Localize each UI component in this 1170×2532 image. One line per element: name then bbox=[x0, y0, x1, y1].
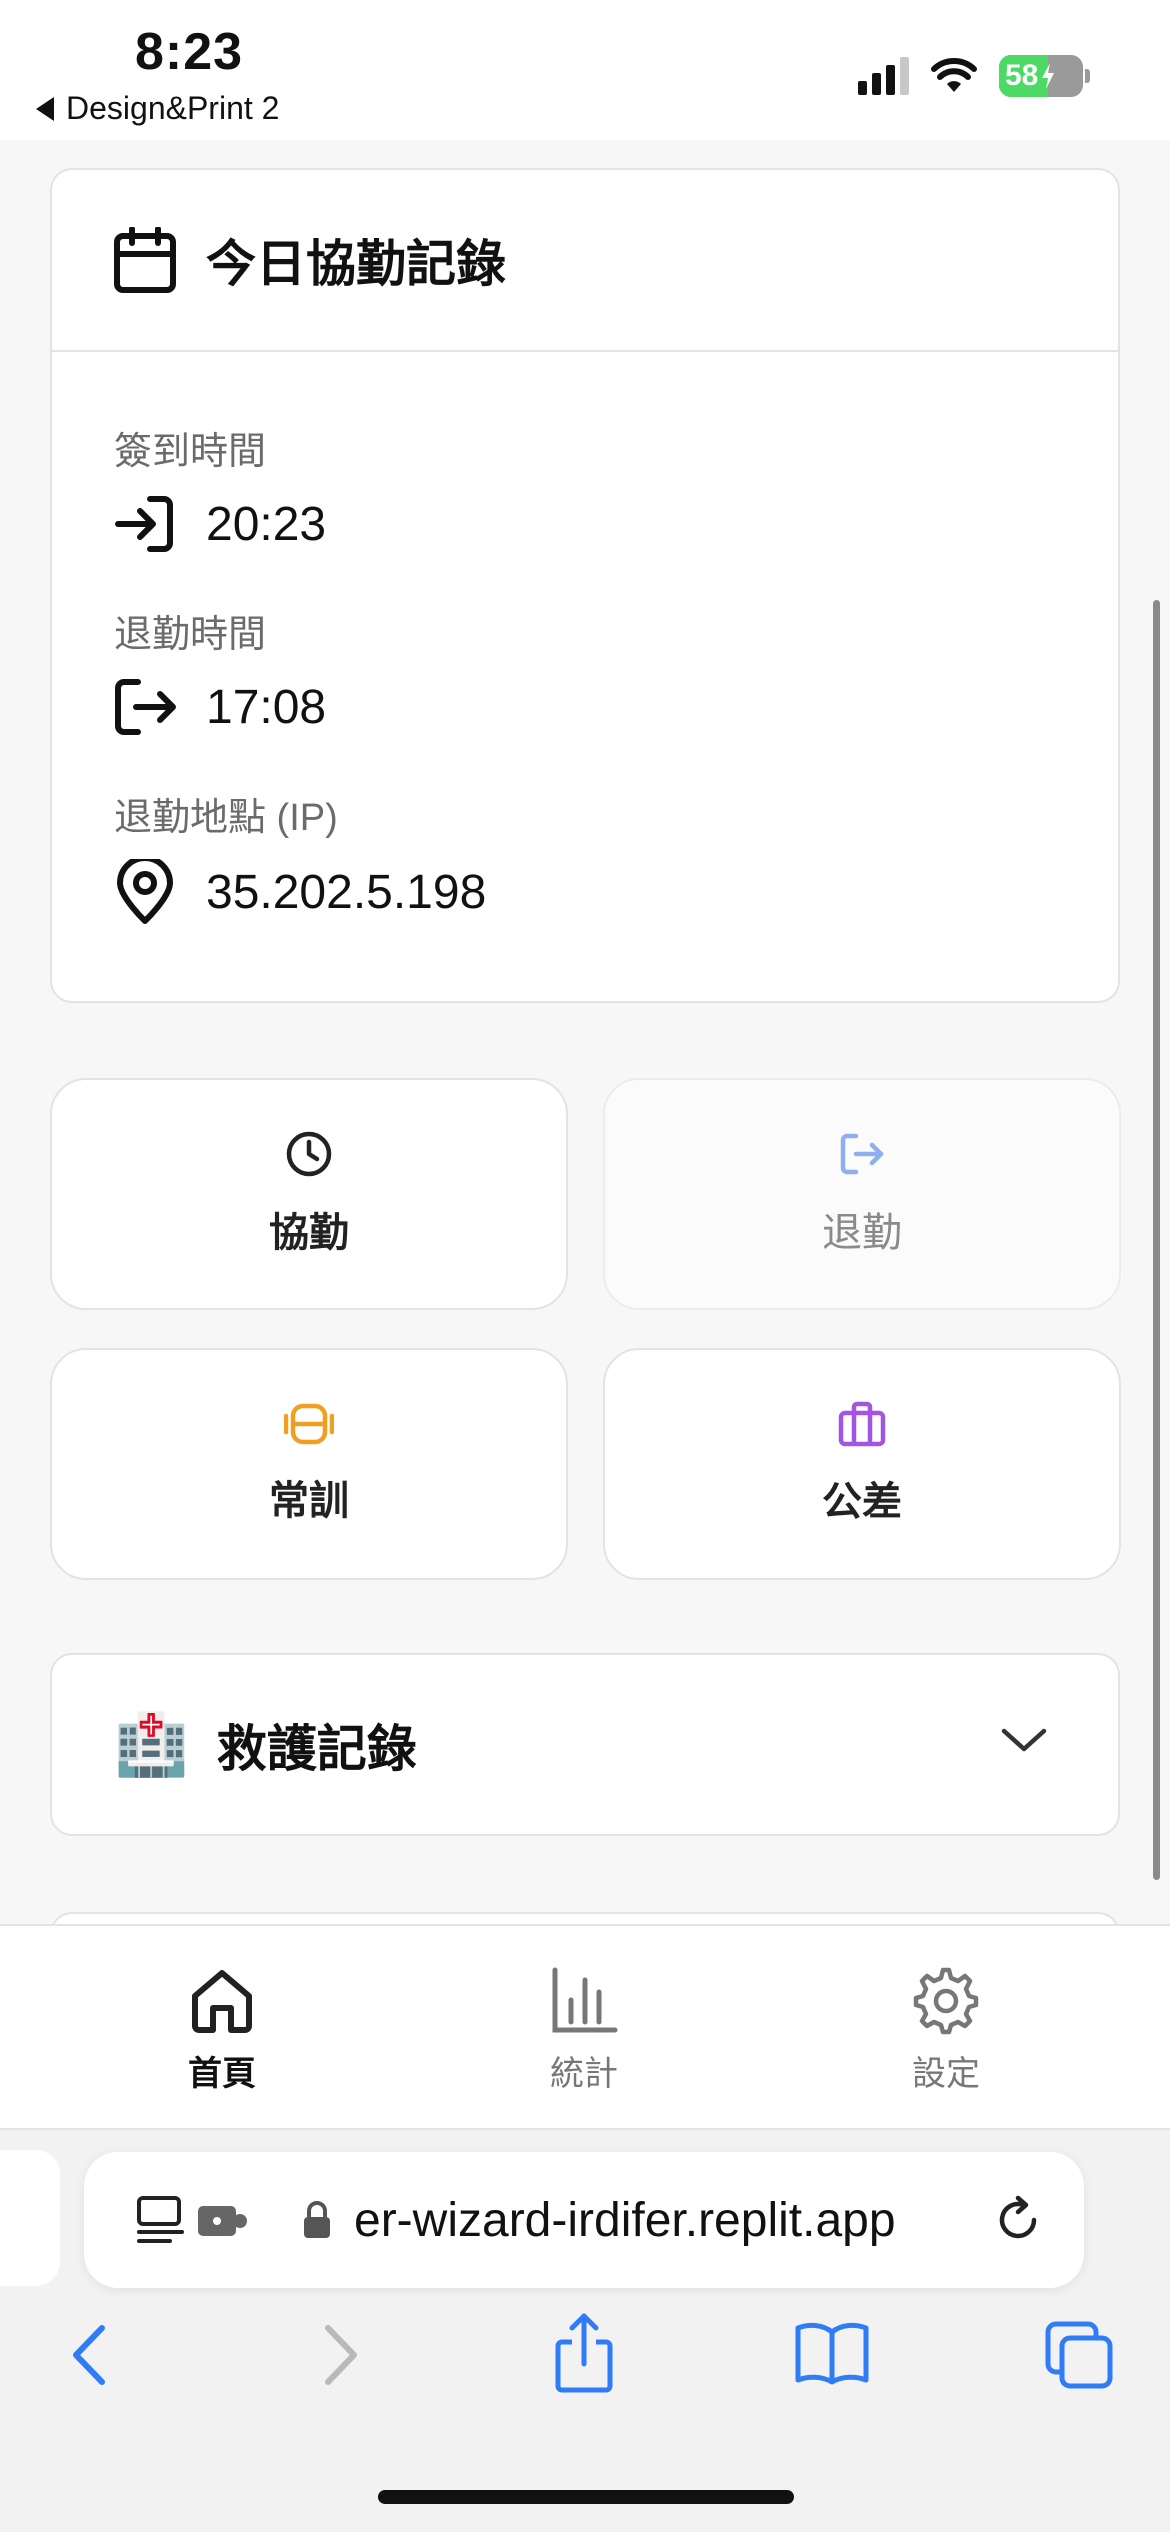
checkout-time: 17:08 bbox=[206, 680, 327, 734]
rescue-record-card[interactable]: 🏥 救護記錄 bbox=[50, 1653, 1120, 1836]
back-icon[interactable] bbox=[64, 2320, 114, 2390]
briefcase-icon bbox=[838, 1401, 886, 1447]
status-bar: 8:23 Design&Print 2 58 bbox=[0, 0, 1170, 140]
url-text: er-wizard-irdifer.replit.app bbox=[354, 2193, 896, 2247]
previous-tab-preview[interactable] bbox=[0, 2150, 60, 2286]
share-icon[interactable] bbox=[552, 2312, 616, 2394]
back-triangle-icon bbox=[36, 96, 54, 121]
home-indicator[interactable] bbox=[378, 2490, 794, 2504]
scrollbar[interactable] bbox=[1153, 600, 1160, 1880]
rescue-title: 救護記錄 bbox=[216, 1720, 417, 1777]
duty-button[interactable]: 協勤 bbox=[50, 1078, 568, 1310]
training-label: 常訓 bbox=[269, 1479, 349, 1523]
hospital-icon: 🏥 bbox=[114, 1711, 189, 1778]
tab-statistics[interactable]: 統計 bbox=[484, 1966, 684, 2095]
tab-settings[interactable]: 設定 bbox=[846, 1966, 1046, 2095]
login-icon bbox=[115, 496, 173, 552]
record-header: 今日協勤記錄 bbox=[52, 170, 1118, 352]
tab-home[interactable]: 首頁 bbox=[122, 1966, 322, 2095]
tab-settings-label: 設定 bbox=[912, 2055, 980, 2093]
cellular-signal-icon bbox=[858, 57, 909, 95]
status-time: 8:23 bbox=[135, 23, 244, 81]
training-button[interactable]: 常訓 bbox=[50, 1348, 568, 1580]
battery-icon: 58 bbox=[999, 55, 1083, 97]
official-business-label: 公差 bbox=[822, 1480, 902, 1524]
checkout-action-label: 退勤 bbox=[822, 1211, 902, 1255]
today-record-card: 今日協勤記錄 簽到時間 20:23 退勤時間 17:08 退勤地點 (IP) 3… bbox=[50, 168, 1120, 1003]
bookmarks-icon[interactable] bbox=[794, 2320, 870, 2386]
tabs-icon[interactable] bbox=[1044, 2320, 1114, 2390]
reload-icon[interactable] bbox=[992, 2194, 1044, 2246]
address-bar[interactable]: er-wizard-irdifer.replit.app bbox=[84, 2152, 1084, 2288]
checkout-label: 退勤時間 bbox=[114, 614, 267, 656]
checkin-label: 簽到時間 bbox=[114, 431, 267, 473]
home-icon bbox=[192, 1970, 252, 2033]
back-app-label: Design&Print 2 bbox=[66, 90, 280, 126]
logout-icon bbox=[115, 679, 176, 735]
dumbbell-icon bbox=[284, 1403, 334, 1445]
checkout-ip: 35.202.5.198 bbox=[206, 865, 487, 919]
lock-icon bbox=[304, 2201, 330, 2238]
checkin-time: 20:23 bbox=[206, 497, 327, 551]
duty-label: 協勤 bbox=[269, 1211, 349, 1255]
reader-mode-icon[interactable] bbox=[136, 2194, 188, 2246]
record-title: 今日協勤記錄 bbox=[206, 236, 506, 292]
extension-icon[interactable] bbox=[196, 2200, 248, 2240]
back-to-app-link[interactable]: Design&Print 2 bbox=[36, 90, 279, 127]
official-business-button[interactable]: 公差 bbox=[603, 1348, 1121, 1580]
logout-icon bbox=[840, 1133, 884, 1175]
browser-nav-row bbox=[0, 2313, 1170, 2410]
tab-home-label: 首頁 bbox=[188, 2055, 256, 2093]
status-icons: 58 bbox=[858, 55, 1090, 97]
map-pin-icon bbox=[117, 859, 173, 924]
checkout-button[interactable]: 退勤 bbox=[603, 1078, 1121, 1310]
chevron-down-icon[interactable] bbox=[1000, 1725, 1048, 1755]
gear-icon bbox=[913, 1967, 979, 2035]
battery-level: 58 bbox=[1005, 59, 1039, 92]
bar-chart-icon bbox=[552, 1967, 618, 2033]
clock-icon bbox=[286, 1131, 332, 1177]
location-label: 退勤地點 (IP) bbox=[114, 797, 338, 839]
calendar-icon bbox=[114, 227, 176, 293]
forward-icon[interactable] bbox=[316, 2320, 366, 2390]
bottom-tab-bar: 首頁 統計 設定 bbox=[0, 1924, 1170, 2130]
wifi-icon bbox=[931, 58, 977, 92]
tab-statistics-label: 統計 bbox=[550, 2055, 618, 2093]
